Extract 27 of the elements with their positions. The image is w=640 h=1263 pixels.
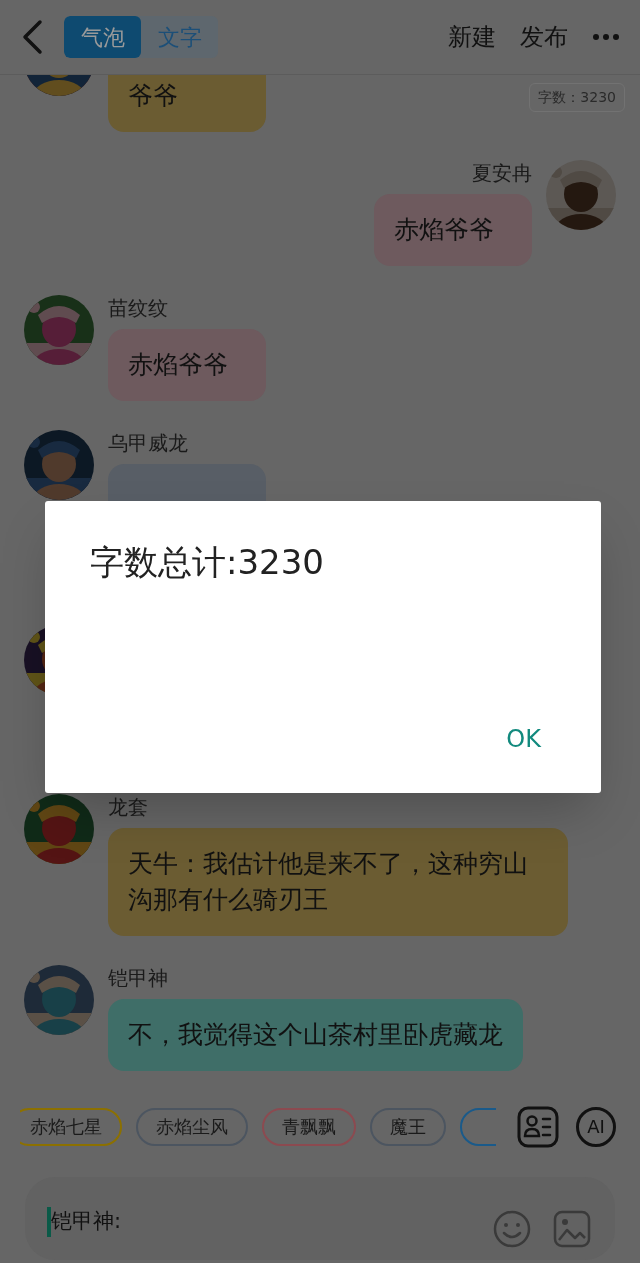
name-chip[interactable]: 赤焰七星 <box>20 1107 122 1146</box>
sender-name: 苗纹纹 <box>108 295 168 322</box>
name-chip[interactable]: 魔王 <box>370 1107 446 1146</box>
word-count-badge: 字数：3230 <box>529 83 625 112</box>
more-icon[interactable] <box>592 33 620 41</box>
emoji-icon[interactable] <box>493 1209 531 1248</box>
back-icon[interactable] <box>20 19 44 55</box>
sender-name: 龙套 <box>108 794 148 821</box>
contact-card-icon[interactable] <box>517 1105 559 1148</box>
tab[interactable]: 气泡 <box>64 16 141 58</box>
ai-button[interactable]: AI <box>576 1106 616 1147</box>
name-chip[interactable]: 赤焰尘风 <box>136 1107 248 1146</box>
header-action[interactable]: 发布 <box>520 19 568 55</box>
message-bubble: 不，我觉得这个山茶村里卧虎藏龙 <box>108 999 523 1071</box>
message-bubble: 赤焰爷爷 <box>374 194 532 266</box>
header-action[interactable]: 新建 <box>448 19 496 55</box>
sender-name: 乌甲威龙 <box>108 430 188 457</box>
name-chip[interactable]: 青飘飘 <box>262 1107 356 1146</box>
message-input-field[interactable]: 铠甲神: <box>25 1177 615 1260</box>
message-bubble: 天牛：我估计他是来不了，这种穷山沟那有什么骑刃王 <box>108 828 568 936</box>
image-icon[interactable] <box>553 1209 591 1248</box>
sender-name: 铠甲神 <box>108 965 168 992</box>
dialog-message: 字数总计:3230 <box>90 541 325 584</box>
ok-button[interactable]: OK <box>506 721 541 757</box>
sender-name: 夏安冉 <box>472 160 532 187</box>
message-bubble: 爷爷 <box>108 75 266 132</box>
message-bubble: 赤焰爷爷 <box>108 329 266 401</box>
